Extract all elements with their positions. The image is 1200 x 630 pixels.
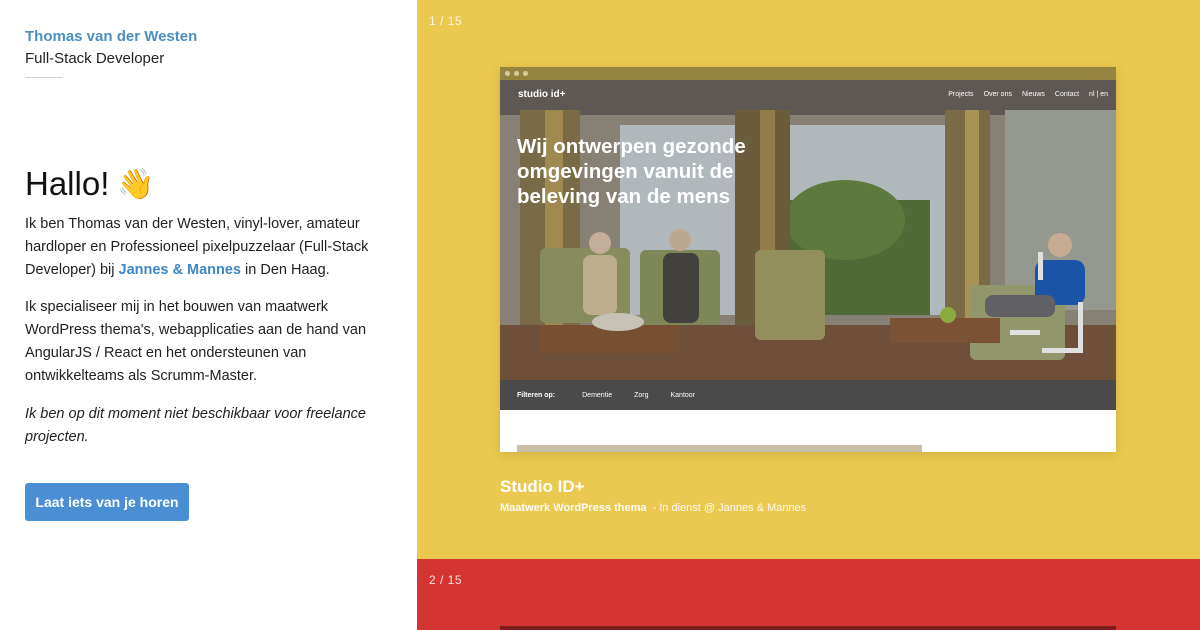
project-context: - In dienst @ Jannes & Mannes — [652, 502, 807, 514]
site-nav: Projects Over ons Nieuws Contact nl | en — [948, 91, 1108, 98]
project-type: Maatwerk WordPress thema — [500, 502, 647, 514]
site-nav-item: Projects — [948, 91, 974, 98]
intro-text-end: in Den Haag. — [241, 262, 330, 278]
waving-hand-icon: 👋 — [117, 166, 155, 202]
filter-label: Filteren op: — [517, 391, 556, 399]
site-nav-item: Over ons — [983, 91, 1012, 98]
author-role: Full-Stack Developer — [25, 50, 165, 67]
profile-panel: Thomas van der Westen Full-Stack Develop… — [0, 0, 417, 630]
project-title[interactable]: Studio ID+ — [500, 477, 585, 497]
content-image-strip — [517, 445, 922, 452]
project-slide-1[interactable]: 1 / 15 studio id+ Projects Over ons Nieu… — [417, 0, 1200, 559]
filter-item: Kantoor — [670, 391, 696, 399]
site-content — [500, 410, 1116, 452]
site-nav-item: nl | en — [1089, 91, 1108, 98]
slide-counter: 2 / 15 — [429, 573, 463, 587]
window-dot-icon — [514, 71, 519, 76]
project-screenshot[interactable]: studio id+ Projects Over ons Nieuws Cont… — [500, 67, 1116, 452]
window-dot-icon — [523, 71, 528, 76]
browser-chrome — [500, 67, 1116, 80]
site-hero: studio id+ Projects Over ons Nieuws Cont… — [500, 80, 1116, 380]
greeting-heading: Hallo! 👋 — [25, 165, 155, 203]
filter-item: Zorg — [634, 391, 649, 399]
site-nav-item: Nieuws — [1021, 91, 1045, 98]
availability-note: Ik ben op dit moment niet beschikbaar vo… — [25, 406, 366, 445]
slide-counter: 1 / 15 — [429, 14, 463, 28]
site-headline: Wij ontwerpen gezonde omgevingen vanuit … — [517, 135, 746, 208]
intro-paragraph: Ik ben Thomas van der Westen, vinyl-love… — [25, 213, 390, 282]
site-filter-bar: Filteren op: Dementie Zorg Kantoor — [500, 380, 1116, 410]
greeting-text: Hallo! — [25, 165, 110, 202]
site-nav-item: Contact — [1054, 91, 1080, 98]
specialization-paragraph: Ik specialiseer mij in het bouwen van ma… — [25, 299, 367, 384]
hero-photo — [500, 80, 1116, 380]
contact-button[interactable]: Laat iets van je horen — [25, 483, 189, 521]
window-dot-icon — [505, 71, 510, 76]
project-meta: Maatwerk WordPress thema - In dienst @ Ja… — [500, 502, 806, 514]
divider — [25, 77, 63, 78]
filter-item: Dementie — [582, 391, 613, 399]
project-slide-2[interactable]: 2 / 15 — [417, 559, 1200, 630]
author-name[interactable]: Thomas van der Westen — [25, 28, 197, 45]
site-logo: studio id+ — [518, 89, 566, 100]
project-screenshot[interactable] — [500, 626, 1116, 630]
employer-link[interactable]: Jannes & Mannes — [119, 262, 242, 278]
